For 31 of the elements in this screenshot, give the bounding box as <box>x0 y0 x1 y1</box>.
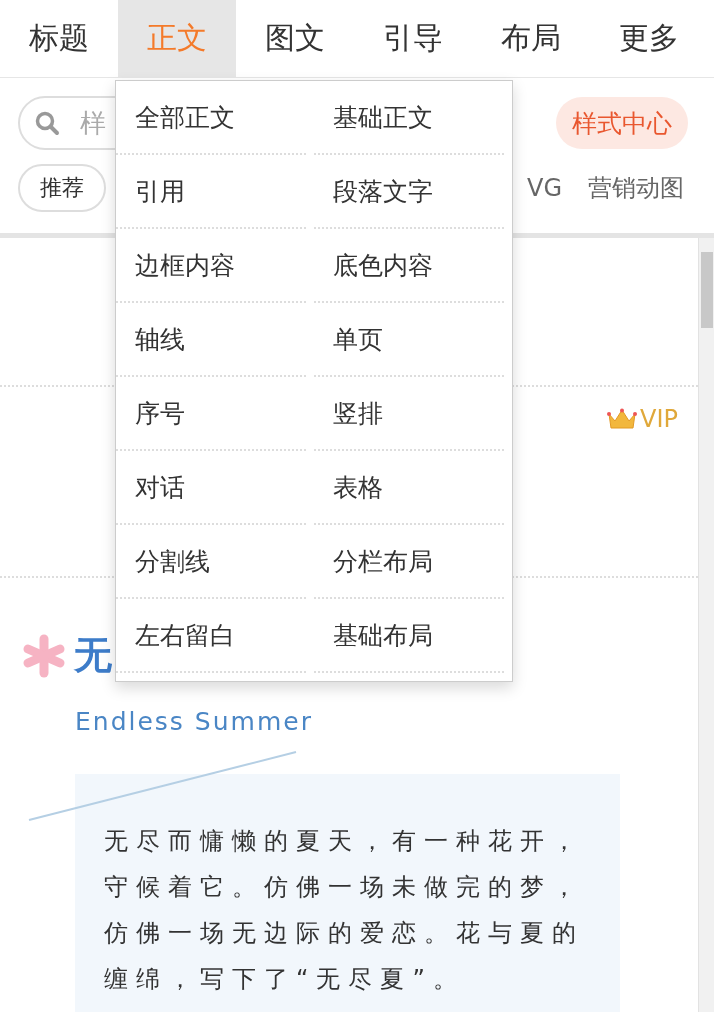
menu-item[interactable]: 段落文字 <box>314 155 504 229</box>
menu-item[interactable]: 引用 <box>116 155 306 229</box>
asterisk-icon <box>22 633 66 678</box>
menu-item[interactable]: 序号 <box>116 377 306 451</box>
preview-paragraph: 无尽而慵懒的夏天，有一种花开，守候着它。仿佛一场未做完的梦，仿佛一场无边际的爱恋。花与夏的缠绵，写下了“无尽夏”。 <box>104 826 585 995</box>
scrollbar-thumb[interactable] <box>701 252 713 328</box>
menu-item[interactable]: 轴线 <box>116 303 306 377</box>
menu-item[interactable]: 对话 <box>116 451 306 525</box>
menu-item[interactable]: 左右留白 <box>116 599 306 673</box>
menu-item[interactable]: 全部正文 <box>116 81 306 155</box>
preview-subtitle: Endless Summer <box>75 707 314 736</box>
menu-item[interactable]: 边框内容 <box>116 229 306 303</box>
tab[interactable]: 引导 <box>354 0 472 77</box>
tab[interactable]: 更多 <box>590 0 708 77</box>
category-chip[interactable]: 推荐 <box>18 164 106 212</box>
vip-badge: VIP <box>606 405 678 433</box>
menu-item[interactable]: 基础布局 <box>314 599 504 673</box>
menu-item[interactable]: 表格 <box>314 451 504 525</box>
menu-item[interactable]: 基础正文 <box>314 81 504 155</box>
tab[interactable]: 图文 <box>236 0 354 77</box>
tab[interactable]: 标题 <box>0 0 118 77</box>
menu-item[interactable]: 单页 <box>314 303 504 377</box>
search-icon <box>34 110 60 136</box>
menu-item[interactable]: 分栏布局 <box>314 525 504 599</box>
menu-item[interactable]: 底色内容 <box>314 229 504 303</box>
tab[interactable]: 布局 <box>472 0 590 77</box>
preview-title: 无 <box>74 632 112 679</box>
menu-item[interactable]: 竖排 <box>314 377 504 451</box>
menu-item[interactable]: 分割线 <box>116 525 306 599</box>
category-tab[interactable]: 营销动图 <box>588 172 684 204</box>
category-tab[interactable]: VG <box>527 174 562 202</box>
